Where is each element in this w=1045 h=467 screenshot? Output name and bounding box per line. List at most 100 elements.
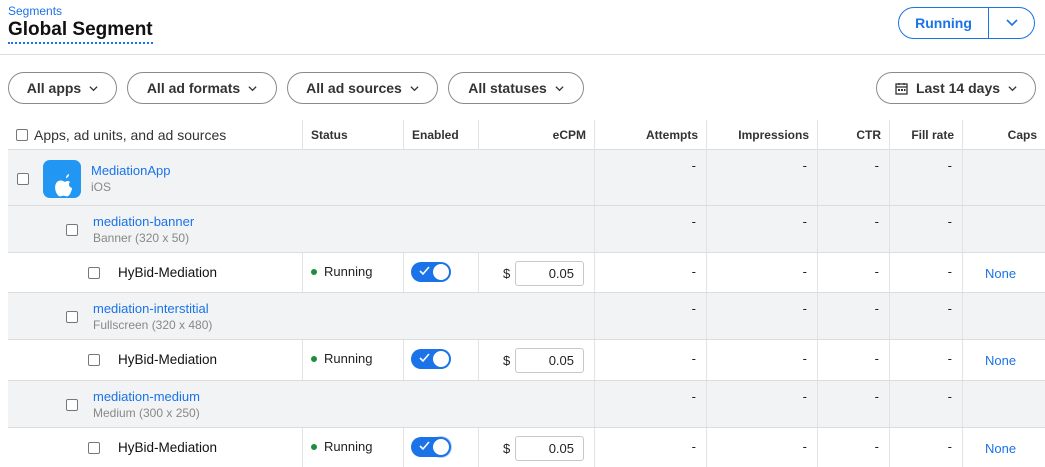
status-dropdown-button[interactable]: [989, 8, 1034, 38]
status-dot: [311, 443, 317, 450]
ad-source-name: HyBid-Mediation: [118, 440, 218, 455]
filter-all-apps[interactable]: All apps: [8, 72, 117, 104]
ad-unit-name-link[interactable]: mediation-medium: [93, 389, 200, 404]
chevron-down-icon: [1008, 85, 1017, 91]
fill-rate-value: -: [947, 439, 952, 454]
date-range-button[interactable]: Last 14 days: [876, 72, 1036, 104]
enabled-toggle[interactable]: [411, 437, 451, 457]
fill-rate-value: -: [947, 214, 952, 229]
app-name-link[interactable]: MediationApp: [91, 163, 171, 178]
filter-label: All ad sources: [306, 80, 402, 96]
ad-source-name: HyBid-Mediation: [118, 352, 218, 367]
enabled-toggle[interactable]: [411, 262, 451, 282]
filter-label: All statuses: [468, 80, 547, 96]
column-header-ecpm[interactable]: eCPM: [478, 120, 594, 150]
impressions-value: -: [802, 389, 807, 404]
table-row-ad-unit: mediation-interstitial Fullscreen (320 x…: [8, 293, 1045, 340]
breadcrumb[interactable]: Segments: [8, 4, 62, 18]
column-header-impressions[interactable]: Impressions: [706, 120, 817, 150]
row-checkbox[interactable]: [66, 311, 78, 323]
status-dot: [311, 268, 317, 275]
impressions-value: -: [802, 214, 807, 229]
column-header-status[interactable]: Status: [302, 120, 403, 150]
filter-label: All ad formats: [146, 80, 241, 96]
fill-rate-value: -: [947, 158, 952, 173]
ctr-value: -: [874, 264, 879, 279]
column-header-caps[interactable]: Caps: [962, 120, 1045, 150]
enabled-toggle[interactable]: [411, 349, 451, 369]
column-header-attempts[interactable]: Attempts: [594, 120, 706, 150]
ecpm-input[interactable]: 0.05: [515, 436, 584, 461]
filter-all-ad-formats[interactable]: All ad formats: [127, 72, 277, 104]
ecpm-input[interactable]: 0.05: [515, 261, 584, 286]
checkmark-icon: [419, 266, 430, 276]
attempts-value: -: [691, 351, 696, 366]
ad-unit-format: Banner (320 x 50): [93, 231, 190, 245]
status-text: Running: [324, 439, 373, 454]
ad-unit-name-link[interactable]: mediation-interstitial: [93, 301, 209, 316]
ecpm-input[interactable]: 0.05: [515, 348, 584, 373]
filter-all-statuses[interactable]: All statuses: [448, 72, 584, 104]
ad-unit-format: Fullscreen (320 x 480): [93, 318, 213, 332]
chevron-down-icon: [89, 85, 98, 91]
status-dot: [311, 355, 317, 362]
status-text: Running: [324, 351, 373, 366]
status-button[interactable]: Running: [899, 8, 989, 38]
filter-all-ad-sources[interactable]: All ad sources: [287, 72, 438, 104]
table-row-app: MediationApp iOS - - - -: [8, 150, 1045, 206]
attempts-value: -: [691, 389, 696, 404]
checkmark-icon: [419, 441, 430, 451]
chevron-down-icon: [1005, 19, 1018, 27]
ctr-value: -: [874, 158, 879, 173]
ctr-value: -: [874, 301, 879, 316]
currency-symbol: $: [503, 266, 511, 281]
column-header-fill-rate[interactable]: Fill rate: [889, 120, 962, 150]
row-checkbox[interactable]: [88, 442, 100, 454]
impressions-value: -: [802, 158, 807, 173]
attempts-value: -: [691, 264, 696, 279]
app-platform: iOS: [91, 180, 112, 194]
table-row-ad-source: HyBid-Mediation Running $ 0.05 - - - - N…: [8, 428, 1045, 467]
status-split-button: Running: [898, 7, 1035, 39]
table-row-ad-source: HyBid-Mediation Running $ 0.05 - - - - N…: [8, 340, 1045, 381]
attempts-value: -: [691, 214, 696, 229]
select-all-checkbox[interactable]: [16, 129, 28, 141]
ctr-value: -: [874, 389, 879, 404]
column-header-enabled[interactable]: Enabled: [403, 120, 478, 150]
filter-label: All apps: [26, 80, 82, 96]
table-row-ad-unit: mediation-banner Banner (320 x 50) - - -…: [8, 206, 1045, 253]
status-text: Running: [324, 264, 373, 279]
attempts-value: -: [691, 158, 696, 173]
caps-link[interactable]: None: [985, 353, 1016, 368]
chevron-down-icon: [248, 85, 257, 91]
ctr-value: -: [874, 351, 879, 366]
caps-link[interactable]: None: [985, 266, 1016, 281]
attempts-value: -: [691, 301, 696, 316]
column-header-name[interactable]: Apps, ad units, and ad sources: [8, 120, 302, 150]
currency-symbol: $: [503, 441, 511, 456]
status-badge: Running: [311, 439, 372, 454]
caps-link[interactable]: None: [985, 441, 1016, 456]
row-checkbox[interactable]: [66, 399, 78, 411]
column-header-ctr[interactable]: CTR: [817, 120, 889, 150]
chevron-down-icon: [410, 85, 419, 91]
ad-source-name: HyBid-Mediation: [118, 265, 218, 280]
row-checkbox[interactable]: [88, 354, 100, 366]
table-row-ad-source: HyBid-Mediation Running $ 0.05 - - - - N…: [8, 253, 1045, 293]
table-row-ad-unit: mediation-medium Medium (300 x 250) - - …: [8, 381, 1045, 428]
row-checkbox[interactable]: [17, 173, 29, 185]
table-header: Apps, ad units, and ad sources Status En…: [8, 120, 1045, 150]
impressions-value: -: [802, 264, 807, 279]
ad-unit-format: Medium (300 x 250): [93, 406, 200, 420]
page-title[interactable]: Global Segment: [8, 19, 153, 44]
status-badge: Running: [311, 264, 372, 279]
impressions-value: -: [802, 351, 807, 366]
row-checkbox[interactable]: [66, 224, 78, 236]
impressions-value: -: [802, 439, 807, 454]
attempts-value: -: [691, 439, 696, 454]
fill-rate-value: -: [947, 351, 952, 366]
page-header: Segments Global Segment Running: [0, 0, 1045, 55]
ad-unit-name-link[interactable]: mediation-banner: [93, 214, 194, 229]
row-checkbox[interactable]: [88, 267, 100, 279]
fill-rate-value: -: [947, 389, 952, 404]
